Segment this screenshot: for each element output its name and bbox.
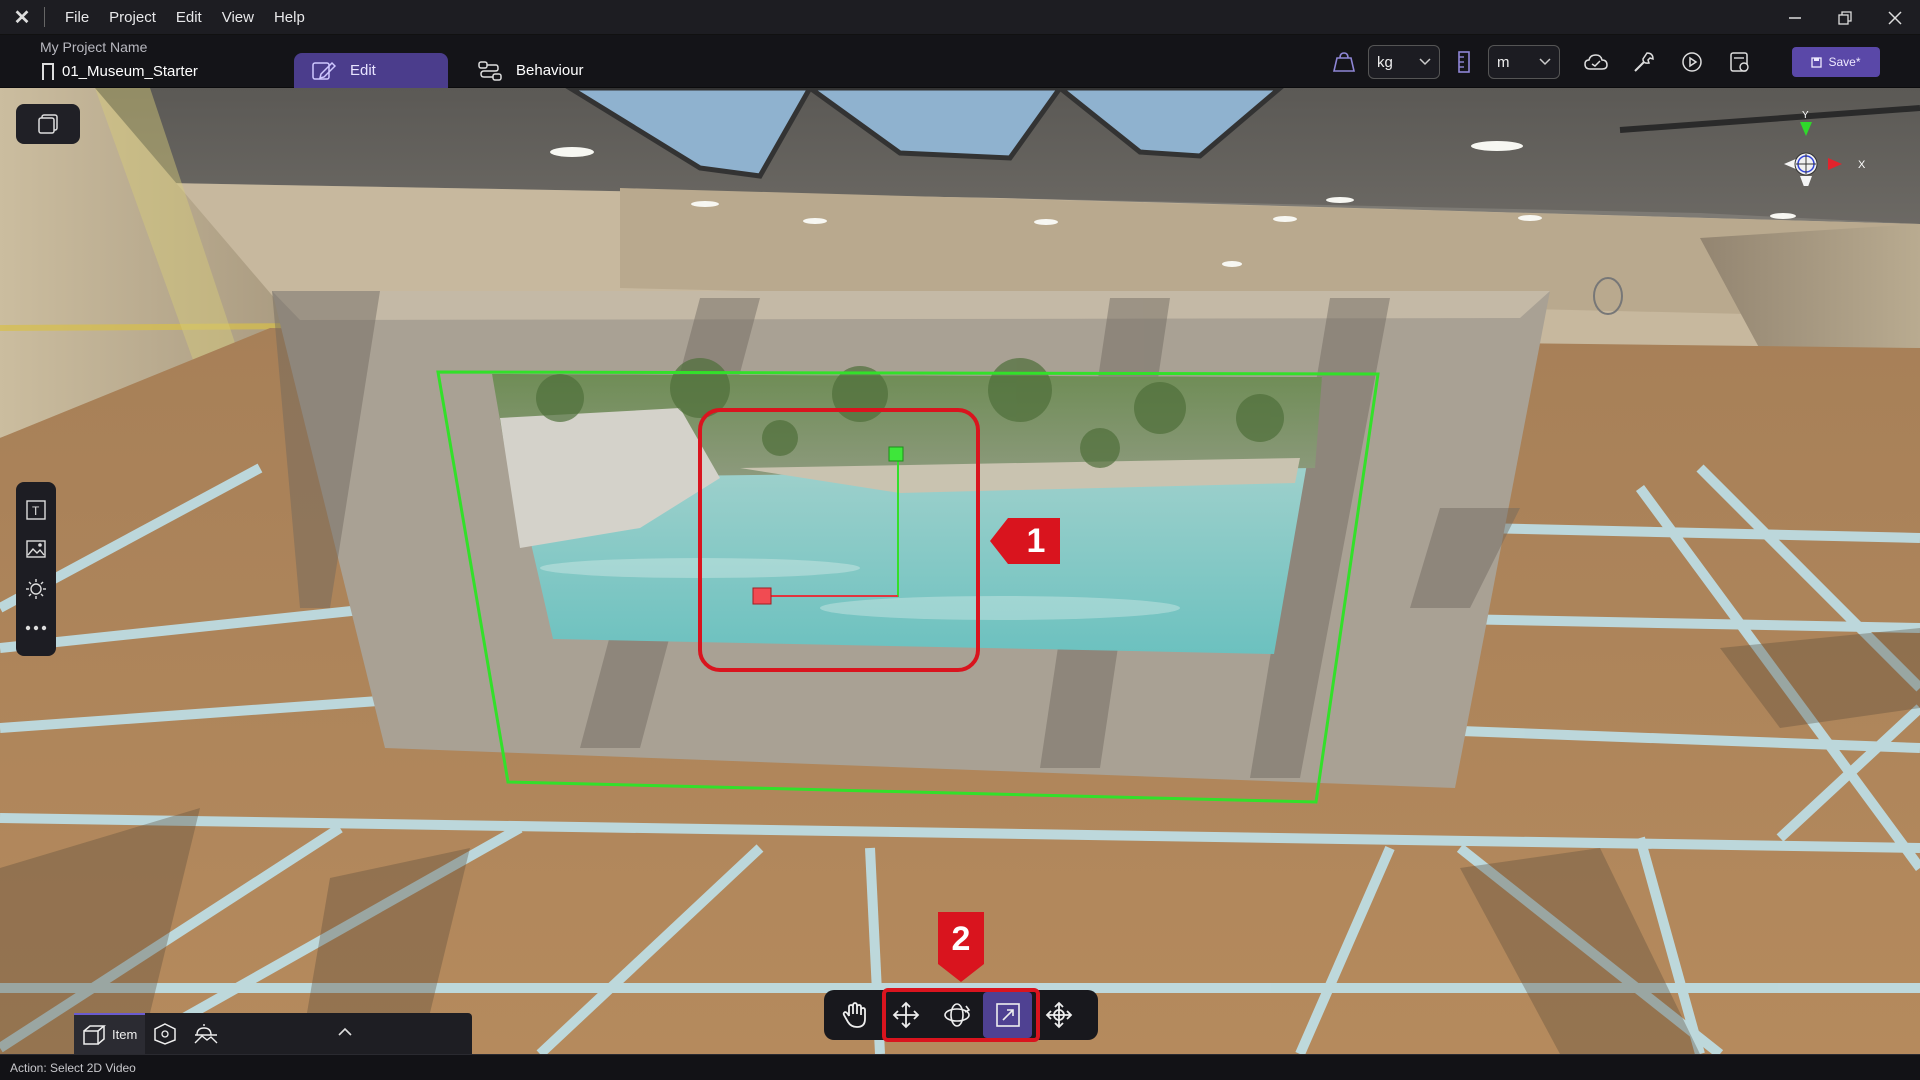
app-window: ✕ File Project Edit View Help My Project… [0,0,1920,1080]
mass-unit-select[interactable]: kg [1368,45,1440,79]
text-tool-button[interactable]: T [21,495,51,525]
publish-icon[interactable] [1722,44,1758,80]
tab-item-label: Item [112,1027,138,1042]
layers-icon [38,114,58,134]
header-toolbar: kg m Save* [1320,43,1920,81]
annotation-label-1: 1 [1026,521,1046,560]
bottom-panel-tabs: Item [74,1013,472,1054]
panel-collapse-button[interactable] [338,1023,352,1041]
chevron-up-icon [338,1027,352,1036]
gizmo-x-label: X [1858,159,1866,171]
play-icon[interactable] [1674,44,1710,80]
weight-icon [1326,44,1362,80]
chevron-down-icon [1539,58,1551,66]
length-unit-value: m [1497,53,1510,71]
menu-view[interactable]: View [212,9,264,26]
pivot-icon [1045,1001,1072,1029]
image-icon [26,540,46,558]
behaviour-flow-icon [478,60,502,81]
project-header: My Project Name 01_Museum_Starter Edit B… [0,35,1920,88]
environment-icon [194,1023,218,1043]
item-cube-icon [83,1024,106,1045]
text-icon: T [26,500,46,520]
scene-file-row[interactable]: 01_Museum_Starter [42,63,198,86]
project-name[interactable]: My Project Name [40,39,147,55]
cloud-sync-icon[interactable] [1578,44,1614,80]
tab-behaviour-label: Behaviour [516,62,584,79]
app-logo-icon[interactable]: ✕ [0,0,44,35]
restore-button[interactable] [1820,0,1870,35]
gizmo-y-label: Y [1802,110,1809,121]
image-tool-button[interactable] [21,534,51,564]
tab-scene-object[interactable] [145,1013,185,1054]
status-bar: Action: Select 2D Video [0,1054,1920,1080]
tab-environment[interactable] [185,1013,227,1054]
save-icon [1811,56,1823,68]
length-unit-select[interactable]: m [1488,45,1560,79]
save-button[interactable]: Save* [1792,47,1880,77]
title-separator [44,7,45,27]
viewport-layers-button[interactable] [16,104,80,144]
tab-edit-label: Edit [350,62,376,79]
3d-viewport[interactable]: T Y X 1 2 Item [0,88,1920,1054]
bookmark-icon [42,63,54,86]
annotation-box-1 [698,408,980,672]
pivot-tool-button[interactable] [1034,992,1083,1038]
close-button[interactable] [1870,0,1920,35]
minimize-button[interactable] [1770,0,1820,35]
menu-file[interactable]: File [55,9,99,26]
tab-edit[interactable]: Edit [294,53,448,88]
hand-icon [842,1002,866,1028]
scene-file-name: 01_Museum_Starter [62,63,198,80]
menu-edit[interactable]: Edit [166,9,212,26]
pan-tool-button[interactable] [830,992,879,1038]
left-tool-rail: T [16,482,56,656]
sun-icon [26,578,46,599]
tab-behaviour[interactable]: Behaviour [460,53,602,88]
annotation-box-2 [882,988,1040,1042]
svg-text:T: T [32,504,40,518]
tab-item[interactable]: Item [74,1013,146,1054]
annotation-label-2: 2 [951,919,971,958]
status-action-text: Action: Select 2D Video [10,1060,136,1075]
title-bar: ✕ File Project Edit View Help [0,0,1920,35]
chevron-down-icon [1419,58,1431,66]
more-tools-button[interactable] [21,613,51,643]
menu-help[interactable]: Help [264,9,315,26]
light-tool-button[interactable] [21,574,51,604]
ruler-icon [1446,44,1482,80]
orientation-gizmo[interactable]: Y X [1760,96,1880,192]
more-dots-icon [25,626,47,631]
wrench-icon[interactable] [1626,44,1662,80]
mass-unit-value: kg [1377,53,1393,71]
save-label: Save* [1828,55,1861,69]
window-controls [1770,0,1920,35]
edit-pencil-icon [312,61,336,80]
menu-project[interactable]: Project [99,9,166,26]
cube-icon [154,1022,177,1045]
